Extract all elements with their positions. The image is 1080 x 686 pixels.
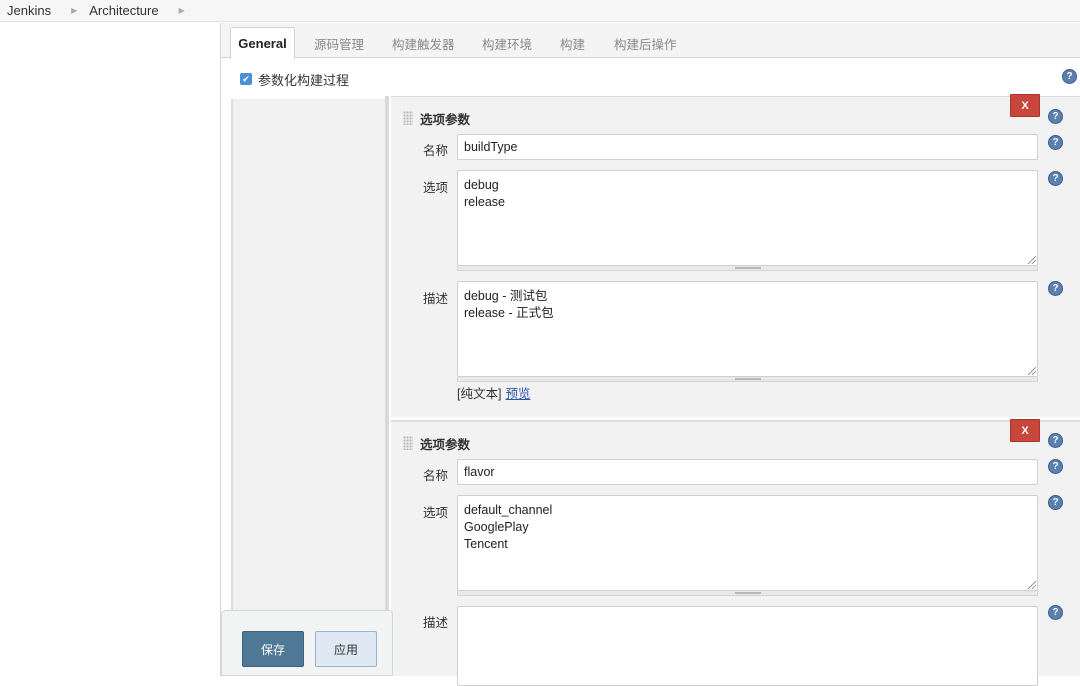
- help-icon[interactable]: ?: [1048, 495, 1063, 510]
- textarea-resize-handle[interactable]: [457, 377, 1038, 382]
- choices-textarea[interactable]: default_channel GooglePlay Tencent: [457, 495, 1038, 591]
- resize-grip-icon[interactable]: [1028, 581, 1036, 589]
- chevron-right-icon[interactable]: ▶: [179, 6, 185, 15]
- description-line: release - 正式包: [464, 306, 554, 320]
- format-label: [纯文本]: [457, 387, 502, 401]
- choice-line: default_channel: [464, 503, 553, 517]
- choice-line: debug: [464, 178, 499, 192]
- choices-label: 选项: [423, 181, 449, 195]
- choices-label: 选项: [423, 506, 449, 520]
- breadcrumb: Jenkins ▶ Architecture ▶: [0, 0, 1080, 22]
- block-title: 选项参数: [420, 113, 471, 127]
- tab-post-build[interactable]: 构建后操作: [614, 34, 677, 53]
- parameterized-build-checkbox[interactable]: ✔: [240, 73, 252, 85]
- help-icon[interactable]: ?: [1048, 459, 1063, 474]
- breadcrumb-architecture[interactable]: Architecture: [89, 3, 158, 18]
- description-line: debug - 测试包: [464, 289, 548, 303]
- help-icon[interactable]: ?: [1048, 605, 1063, 620]
- delete-parameter-button[interactable]: X: [1010, 419, 1040, 442]
- preview-link[interactable]: 预览: [505, 387, 530, 401]
- tab-build[interactable]: 构建: [560, 34, 585, 53]
- name-input[interactable]: flavor: [457, 459, 1038, 485]
- description-label: 描述: [423, 292, 449, 306]
- description-textarea[interactable]: [457, 606, 1038, 686]
- description-textarea[interactable]: debug - 测试包 release - 正式包: [457, 281, 1038, 377]
- help-icon[interactable]: ?: [1048, 433, 1063, 448]
- apply-button[interactable]: 应用: [315, 631, 377, 667]
- help-icon[interactable]: ?: [1048, 109, 1063, 124]
- parameters-border: [385, 96, 389, 676]
- tab-build-triggers[interactable]: 构建触发器: [392, 34, 455, 53]
- side-panel: [0, 23, 221, 676]
- delete-parameter-button[interactable]: X: [1010, 94, 1040, 117]
- parameterized-build-row: ✔ 参数化构建过程: [231, 59, 1080, 99]
- textarea-resize-handle[interactable]: [457, 591, 1038, 596]
- breadcrumb-jenkins[interactable]: Jenkins: [0, 3, 51, 18]
- save-button[interactable]: 保存: [242, 631, 304, 667]
- check-icon: ✔: [242, 73, 250, 84]
- textarea-resize-handle[interactable]: [457, 266, 1038, 271]
- name-label: 名称: [423, 469, 449, 483]
- choices-textarea[interactable]: debug release: [457, 170, 1038, 266]
- choice-parameter-block: 选项参数 X 名称 flavor 选项 default_channel Goog…: [391, 419, 1080, 686]
- grip-icon[interactable]: [403, 436, 413, 450]
- parameterized-build-label: 参数化构建过程: [258, 72, 350, 88]
- help-icon[interactable]: ?: [1048, 171, 1063, 186]
- tab-scm[interactable]: 源码管理: [314, 34, 364, 53]
- parameters-gutter: [231, 99, 387, 676]
- help-icon[interactable]: ?: [1048, 135, 1063, 150]
- grip-icon[interactable]: [403, 111, 413, 125]
- resize-grip-icon[interactable]: [1028, 256, 1036, 264]
- format-line: [纯文本] 预览: [457, 383, 530, 402]
- action-bar: 保存 应用: [221, 610, 393, 676]
- choice-line: Tencent: [464, 537, 508, 551]
- choice-line: release: [464, 195, 505, 209]
- help-icon[interactable]: ?: [1048, 281, 1063, 296]
- tab-build-environment[interactable]: 构建环境: [482, 34, 532, 53]
- tab-bar: General 源码管理 构建触发器 构建环境 构建 构建后操作: [221, 23, 1080, 59]
- block-title: 选项参数: [420, 438, 471, 452]
- choice-parameter-block: 选项参数 X 名称 buildType 选项 debug release 描述 …: [391, 94, 1080, 417]
- help-icon[interactable]: ?: [1062, 69, 1077, 84]
- name-input[interactable]: buildType: [457, 134, 1038, 160]
- config-main: General 源码管理 构建触发器 构建环境 构建 构建后操作 ✔ 参数化构建…: [221, 23, 1080, 686]
- name-label: 名称: [423, 144, 449, 158]
- resize-grip-icon[interactable]: [1028, 367, 1036, 375]
- description-label: 描述: [423, 616, 449, 630]
- tab-general[interactable]: General: [230, 27, 295, 59]
- choice-line: GooglePlay: [464, 520, 529, 534]
- chevron-right-icon[interactable]: ▶: [71, 6, 77, 15]
